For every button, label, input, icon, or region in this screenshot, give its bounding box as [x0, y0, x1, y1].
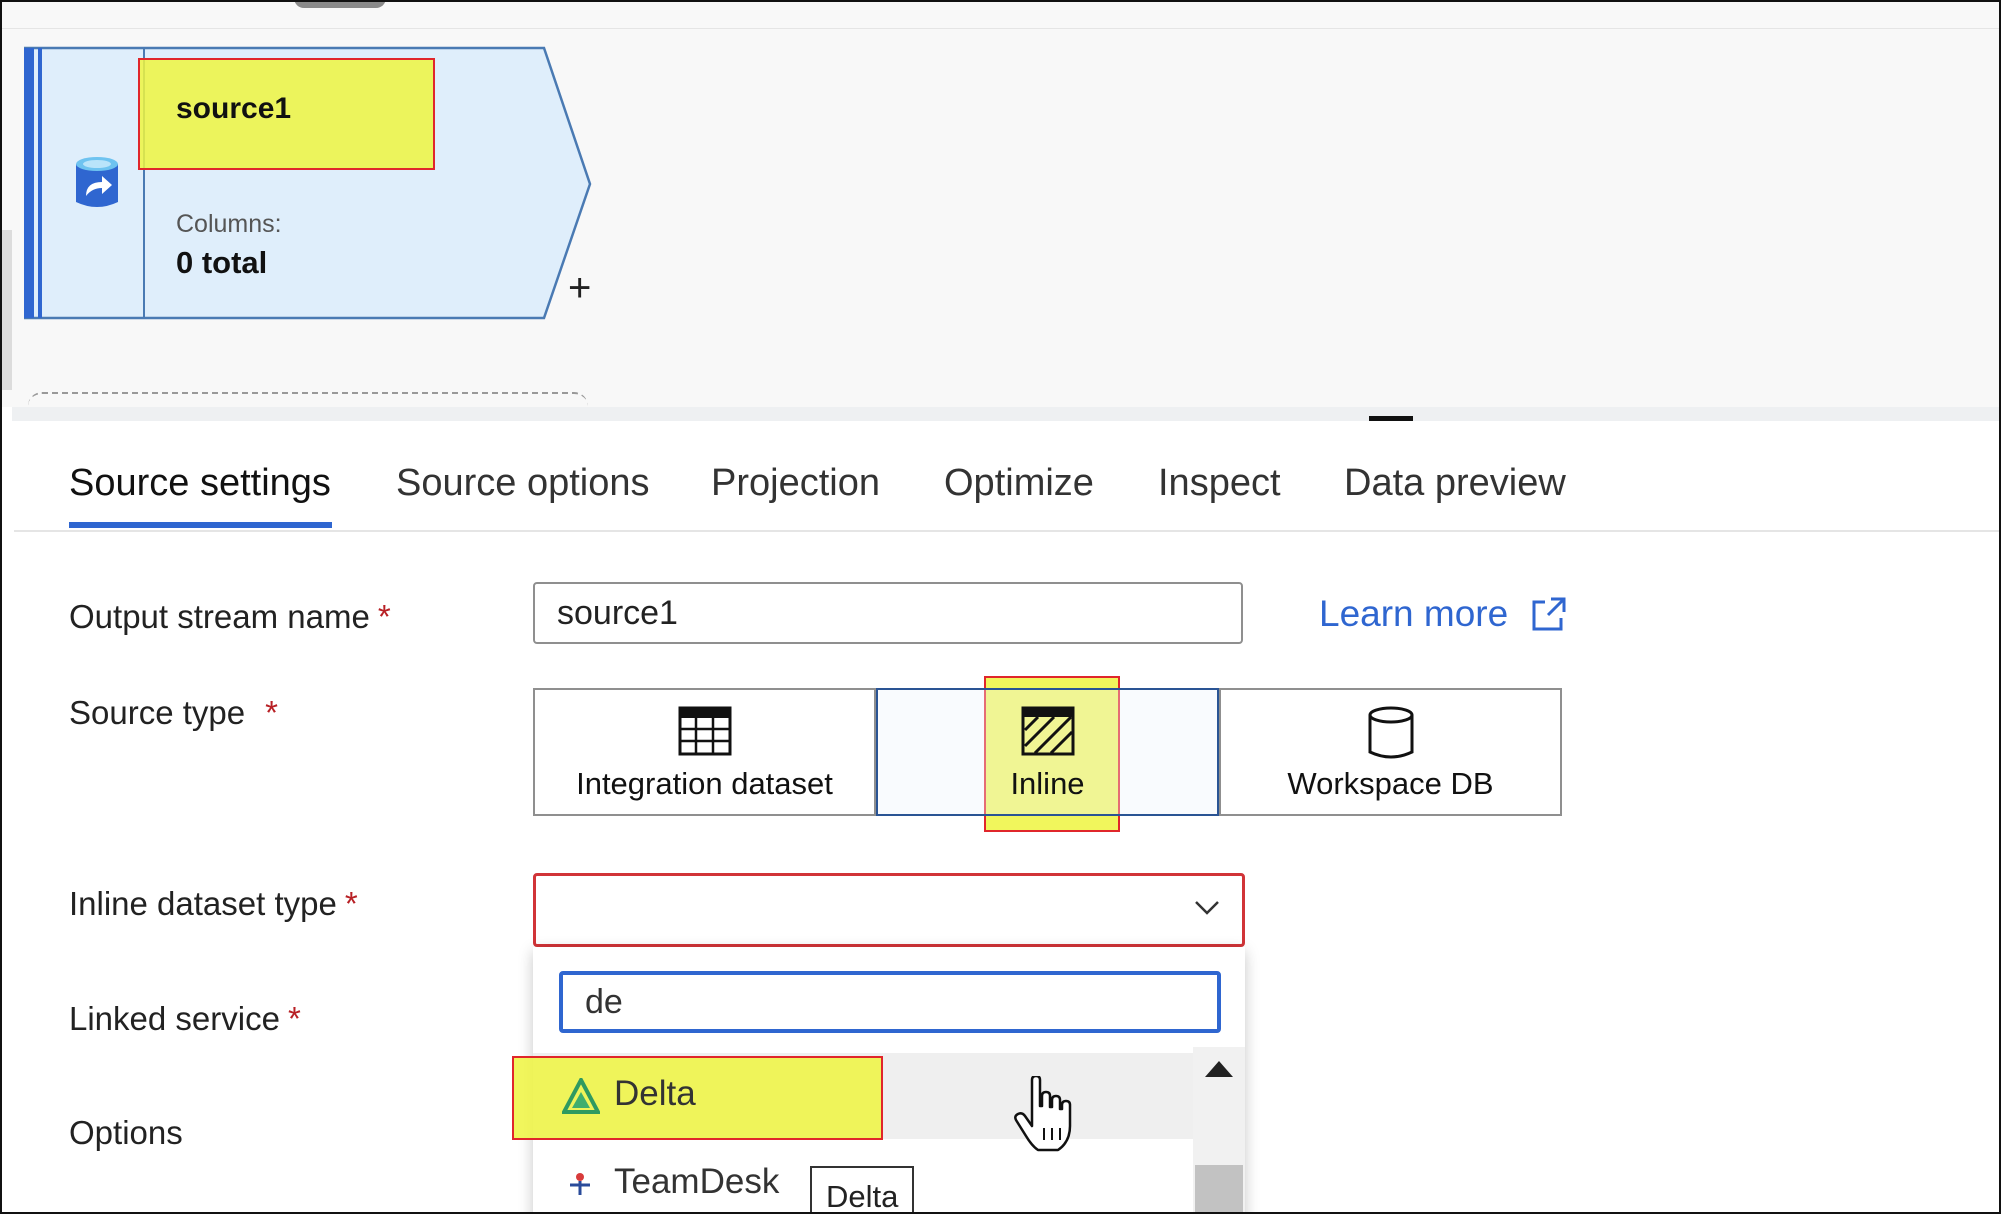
panel-splitter[interactable]: [12, 407, 1999, 421]
inline-label: Inline: [1010, 766, 1085, 801]
inline-dataset-type-dropdown[interactable]: [533, 873, 1245, 947]
settings-tabs: Source settings Source options Projectio…: [14, 422, 1999, 532]
popup-scrollbar[interactable]: [1193, 1047, 1245, 1212]
inline-dataset-type-label: Inline dataset type *: [69, 885, 358, 922]
scroll-thumb[interactable]: [1195, 1165, 1243, 1212]
delta-logo-icon: [562, 1078, 600, 1114]
chevron-down-icon: [1195, 901, 1219, 915]
option-delta-label: Delta: [614, 1074, 696, 1113]
options-label: Options: [69, 1114, 183, 1151]
scroll-up-icon[interactable]: [1205, 1061, 1233, 1077]
required-marker: *: [344, 885, 358, 922]
integration-dataset-label: Integration dataset: [576, 766, 833, 801]
output-stream-label: Output stream name *: [69, 598, 391, 635]
source-node-title[interactable]: source1: [176, 92, 291, 126]
required-marker: *: [377, 598, 391, 635]
plus-icon[interactable]: +: [568, 268, 591, 308]
external-link-icon: [1532, 597, 1565, 631]
tab-inspect[interactable]: Inspect: [1158, 462, 1281, 505]
cylinder-icon: [1368, 706, 1413, 759]
canvas-edge: [2, 230, 12, 390]
linked-service-label: Linked service *: [69, 1000, 301, 1037]
tab-optimize[interactable]: Optimize: [944, 462, 1094, 505]
option-teamdesk-label: TeamDesk: [614, 1162, 780, 1201]
source-type-integration-dataset[interactable]: Integration dataset: [533, 688, 876, 816]
columns-value: 0 total: [176, 245, 268, 280]
source-type-label: Source type *: [69, 694, 278, 731]
dataflow-canvas[interactable]: source1 Columns: 0 total +: [2, 2, 1999, 407]
database-export-icon: [76, 157, 118, 207]
dataset-search-input[interactable]: [559, 971, 1221, 1033]
columns-label: Columns:: [176, 210, 282, 238]
tab-data-preview[interactable]: Data preview: [1344, 462, 1566, 505]
option-tooltip: Delta: [810, 1166, 915, 1212]
tab-source-options[interactable]: Source options: [396, 462, 650, 505]
tab-source-settings[interactable]: Source settings: [69, 462, 331, 505]
workspace-db-label: Workspace DB: [1287, 766, 1494, 801]
learn-more-link[interactable]: Learn more: [1319, 593, 1567, 635]
table-grid-icon: [678, 706, 731, 756]
source-type-workspace-db[interactable]: Workspace DB: [1219, 688, 1562, 816]
tab-projection[interactable]: Projection: [711, 462, 880, 505]
active-tab-indicator: [69, 522, 332, 528]
required-marker: *: [287, 1000, 301, 1037]
app-window: source1 Columns: 0 total + Source settin…: [0, 0, 2001, 1214]
output-stream-input[interactable]: [533, 582, 1243, 644]
canvas-divider: [2, 28, 1999, 29]
source-type-inline[interactable]: Inline: [876, 688, 1219, 816]
required-marker: *: [265, 694, 278, 731]
splitter-handle-icon[interactable]: [1369, 416, 1413, 421]
teamdesk-logo-icon: [570, 1173, 590, 1195]
source-node[interactable]: source1 Columns: 0 total: [24, 46, 594, 321]
hatched-table-icon: [1021, 706, 1074, 756]
hand-cursor-icon: [1014, 1076, 1072, 1152]
canvas-top-handle[interactable]: [294, 2, 386, 8]
